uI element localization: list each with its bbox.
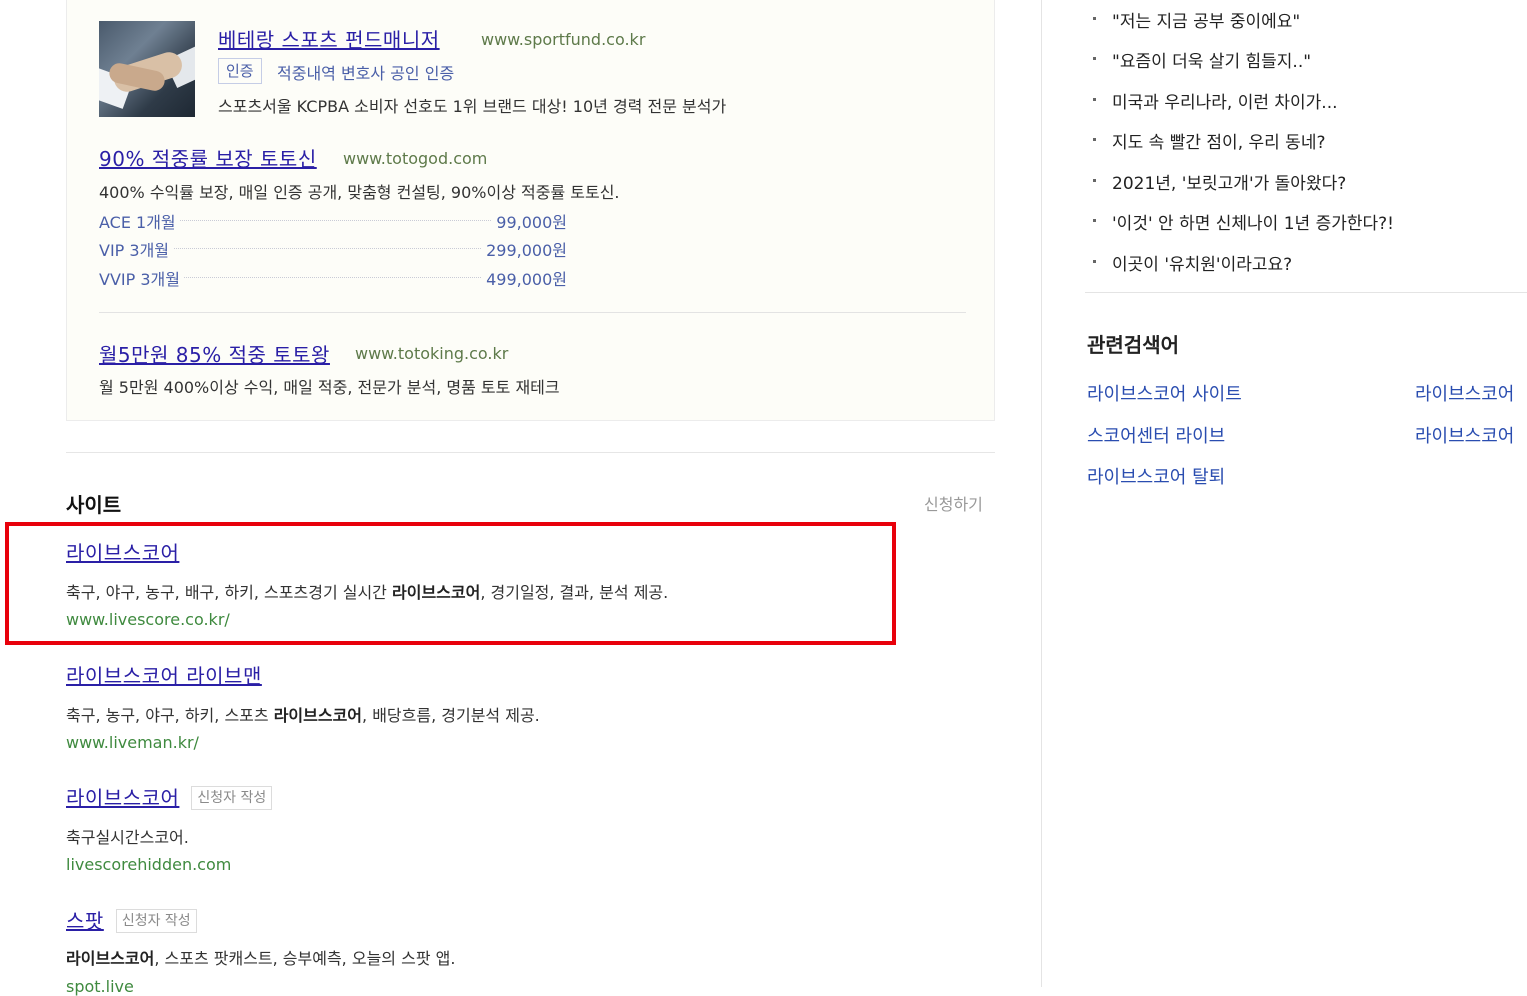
site-result: 라이브스코어 신청자 작성 축구실시간스코어. livescorehidden.c… (66, 782, 966, 874)
bullet-icon (1093, 138, 1096, 141)
price-value: 299,000원 (482, 237, 567, 261)
price-row-vip[interactable]: VIP 3개월 299,000원 (99, 237, 567, 261)
ad3-title-link[interactable]: 월5만원 85% 적중 토토왕 (99, 339, 330, 368)
news-item-text[interactable]: "저는 지금 공부 중이에요" (1112, 7, 1300, 32)
section-divider (66, 452, 995, 453)
applicant-written-tag: 신청자 작성 (115, 908, 197, 933)
result-description: 축구실시간스코어. (66, 828, 189, 847)
related-search-link[interactable]: 스코어센터 라이브 (1087, 422, 1225, 448)
desc-bold: 라이브스코어 (66, 949, 155, 968)
result-url[interactable]: www.liveman.kr/ (66, 733, 199, 752)
desc-text: , 배당흐름, 경기분석 제공. (362, 706, 540, 725)
ad1-description: 스포츠서울 KCPBA 소비자 선호도 1위 브랜드 대상! 10년 경력 전문… (218, 97, 727, 116)
ad-divider (99, 312, 966, 313)
desc-text: 축구, 농구, 야구, 하키, 스포츠 (66, 706, 274, 725)
news-item-text[interactable]: 미국과 우리나라, 이런 차이가... (1112, 88, 1338, 113)
bullet-icon (1093, 57, 1096, 60)
related-search-link[interactable]: 라이브스코어 (1415, 422, 1514, 448)
column-divider (1041, 0, 1042, 987)
news-item-text[interactable]: "요즘이 더욱 살기 힘들지.." (1112, 47, 1311, 72)
desc-text: , 스포츠 팟캐스트, 승부예측, 오늘의 스팟 앱. (154, 949, 456, 968)
result-title-link[interactable]: 라이브스코어 라이브맨 (66, 664, 262, 688)
related-search-title: 관련검색어 (1087, 333, 1179, 357)
handshake-thumbnail[interactable] (99, 21, 195, 117)
news-item-text[interactable]: 2021년, '보릿고개'가 돌아왔다? (1112, 169, 1346, 194)
cert-badge: 인증 (218, 58, 262, 84)
news-item-text[interactable]: 지도 속 빨간 점이, 우리 동네? (1112, 128, 1326, 153)
main-content: 베테랑 스포츠 펀드매니저 www.sportfund.co.kr 인증 적중내… (0, 0, 1040, 996)
related-search-link[interactable]: 라이브스코어 사이트 (1087, 380, 1242, 406)
news-item-text[interactable]: 이곳이 '유치원'이라고요? (1112, 250, 1292, 275)
price-row-vvip[interactable]: VVIP 3개월 499,000원 (99, 266, 567, 290)
ad1-url[interactable]: www.sportfund.co.kr (481, 30, 645, 49)
bullet-icon (1093, 179, 1096, 182)
ad-box: 베테랑 스포츠 펀드매니저 www.sportfund.co.kr 인증 적중내… (66, 0, 995, 421)
result-url[interactable]: livescorehidden.com (66, 855, 231, 874)
site-section-title: 사이트 (66, 493, 122, 517)
ad2-title-link[interactable]: 90% 적중률 보장 토토신 (99, 143, 317, 172)
price-value: 499,000원 (482, 266, 567, 290)
highlight-box (5, 522, 896, 645)
desc-bold: 라이브스코어 (273, 706, 363, 725)
price-label: VIP 3개월 (99, 237, 174, 261)
related-search-link[interactable]: 라이브스코어 탈퇴 (1087, 463, 1225, 489)
bullet-icon (1093, 260, 1096, 263)
news-item-text[interactable]: '이것' 안 하면 신체나이 1년 증가한다?! (1112, 209, 1394, 234)
apply-link[interactable]: 신청하기 (924, 491, 983, 515)
site-result: 라이브스코어 라이브맨 축구, 농구, 야구, 하키, 스포츠 라이브스코어, … (66, 660, 966, 752)
result-title-link[interactable]: 라이브스코어 (66, 786, 179, 810)
applicant-written-tag: 신청자 작성 (191, 785, 273, 810)
price-row-ace[interactable]: ACE 1개월 99,000원 (99, 209, 567, 233)
right-divider (1085, 292, 1527, 293)
ad2-url[interactable]: www.totogod.com (343, 149, 487, 168)
ad2-description: 400% 수익률 보장, 매일 인증 공개, 맞춤형 컨설팅, 90%이상 적중… (99, 183, 620, 202)
bullet-icon (1093, 98, 1096, 101)
related-search-link[interactable]: 라이브스코어 (1415, 380, 1514, 406)
result-title-link[interactable]: 스팟 (66, 909, 104, 933)
site-result: 스팟 신청자 작성 라이브스코어, 스포츠 팟캐스트, 승부예측, 오늘의 스팟 … (66, 905, 966, 996)
ad3-url[interactable]: www.totoking.co.kr (355, 344, 508, 363)
ad1-cert-text: 적중내역 변호사 공인 인증 (277, 64, 455, 83)
ad3-description: 월 5만원 400%이상 수익, 매일 적중, 전문가 분석, 명품 토토 재테… (99, 378, 560, 397)
price-label: ACE 1개월 (99, 209, 180, 233)
price-label: VVIP 3개월 (99, 266, 184, 290)
result-description: 라이브스코어, 스포츠 팟캐스트, 승부예측, 오늘의 스팟 앱. (66, 945, 455, 969)
bullet-icon (1093, 17, 1096, 20)
result-description: 축구, 농구, 야구, 하키, 스포츠 라이브스코어, 배당흐름, 경기분석 제… (66, 702, 540, 726)
ad1-title-link[interactable]: 베테랑 스포츠 펀드매니저 (218, 24, 440, 53)
price-value: 99,000원 (492, 209, 567, 233)
bullet-icon (1093, 219, 1096, 222)
